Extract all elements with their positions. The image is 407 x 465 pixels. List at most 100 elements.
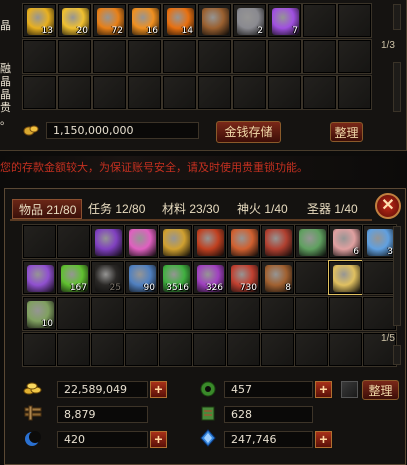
empty-inventory-slot[interactable]: [22, 39, 57, 74]
empty-inventory-slot[interactable]: [22, 75, 57, 110]
empty-inventory-slot[interactable]: [362, 296, 397, 331]
empty-inventory-slot[interactable]: [162, 39, 197, 74]
inventory-slot[interactable]: 3516: [158, 260, 193, 295]
empty-inventory-slot[interactable]: [267, 75, 302, 110]
moon-add-button[interactable]: +: [150, 431, 167, 448]
empty-inventory-slot[interactable]: [158, 296, 193, 331]
empty-inventory-slot[interactable]: [22, 332, 57, 367]
empty-inventory-slot[interactable]: [302, 3, 337, 38]
empty-inventory-slot[interactable]: [337, 75, 372, 110]
tab-underline: [10, 219, 372, 221]
empty-inventory-slot[interactable]: [260, 332, 295, 367]
empty-inventory-slot[interactable]: [294, 296, 329, 331]
bag-sort-button[interactable]: 整理: [362, 380, 399, 400]
inventory-slot[interactable]: [90, 224, 125, 259]
tab-count: 21/80: [46, 203, 77, 217]
empty-inventory-slot[interactable]: [362, 260, 397, 295]
empty-inventory-slot[interactable]: [328, 332, 363, 367]
empty-inventory-slot[interactable]: [127, 75, 162, 110]
warehouse-sort-button[interactable]: 整理: [330, 122, 363, 142]
inventory-slot[interactable]: [158, 224, 193, 259]
crystal-add-button[interactable]: +: [315, 431, 332, 448]
empty-inventory-slot[interactable]: [226, 296, 261, 331]
jade-add-button[interactable]: +: [315, 381, 332, 398]
inventory-slot[interactable]: 7: [267, 3, 302, 38]
inventory-slot[interactable]: 2: [232, 3, 267, 38]
inventory-slot[interactable]: 3: [362, 224, 397, 259]
tab-label: 任务: [88, 202, 113, 216]
inventory-slot[interactable]: [192, 224, 227, 259]
inventory-slot[interactable]: 90: [124, 260, 159, 295]
inventory-slot[interactable]: 8: [260, 260, 295, 295]
empty-inventory-slot[interactable]: [267, 39, 302, 74]
bag-scrollbar[interactable]: [393, 226, 401, 326]
inventory-slot[interactable]: 730: [226, 260, 261, 295]
fire-scroll-icon: [231, 229, 258, 256]
item-quantity: 10: [41, 319, 53, 329]
empty-inventory-slot[interactable]: [92, 75, 127, 110]
item-quantity: 3516: [166, 283, 189, 293]
empty-inventory-slot[interactable]: [302, 39, 337, 74]
inventory-slot[interactable]: 25: [90, 260, 125, 295]
tab-materials[interactable]: 材料 23/30: [162, 199, 230, 219]
tab-quest[interactable]: 任务 12/80: [88, 199, 158, 219]
inventory-slot[interactable]: [260, 224, 295, 259]
inventory-slot[interactable]: [226, 224, 261, 259]
inventory-slot[interactable]: [294, 224, 329, 259]
empty-inventory-slot[interactable]: [90, 332, 125, 367]
empty-inventory-slot[interactable]: [56, 332, 91, 367]
tab-items[interactable]: 物品 21/80: [12, 199, 82, 219]
empty-inventory-slot[interactable]: [158, 332, 193, 367]
empty-inventory-slot[interactable]: [294, 260, 329, 295]
inventory-slot[interactable]: 14: [162, 3, 197, 38]
gold-pile-icon: [23, 380, 42, 396]
inventory-slot[interactable]: 10: [22, 296, 57, 331]
inventory-slot[interactable]: 20: [57, 3, 92, 38]
empty-inventory-slot[interactable]: [302, 75, 337, 110]
bag-scrollbar-bottom[interactable]: [393, 345, 401, 365]
gold-add-button[interactable]: +: [150, 381, 167, 398]
empty-inventory-slot[interactable]: [90, 296, 125, 331]
empty-inventory-slot[interactable]: [232, 75, 267, 110]
empty-inventory-slot[interactable]: [192, 296, 227, 331]
inventory-slot[interactable]: 6: [328, 224, 363, 259]
tab-divine-fire[interactable]: 神火 1/40: [237, 199, 297, 219]
inventory-slot[interactable]: [197, 3, 232, 38]
empty-inventory-slot[interactable]: [226, 332, 261, 367]
empty-inventory-slot[interactable]: [294, 332, 329, 367]
inventory-slot[interactable]: [22, 260, 57, 295]
empty-inventory-slot[interactable]: [328, 296, 363, 331]
inventory-slot[interactable]: 13: [22, 3, 57, 38]
empty-inventory-slot[interactable]: [337, 39, 372, 74]
empty-inventory-slot[interactable]: [260, 296, 295, 331]
empty-inventory-slot[interactable]: [57, 39, 92, 74]
empty-inventory-slot[interactable]: [232, 39, 267, 74]
empty-inventory-slot[interactable]: [127, 39, 162, 74]
empty-inventory-slot[interactable]: [197, 39, 232, 74]
money-store-button[interactable]: 金钱存储: [216, 121, 281, 143]
empty-inventory-slot[interactable]: [57, 75, 92, 110]
empty-inventory-slot[interactable]: [192, 332, 227, 367]
inventory-slot[interactable]: [124, 224, 159, 259]
tab-artifact[interactable]: 圣器 1/40: [307, 199, 369, 219]
warehouse-scrollbar-bottom[interactable]: [393, 62, 401, 112]
empty-inventory-slot[interactable]: [56, 224, 91, 259]
inventory-slot[interactable]: 72: [92, 3, 127, 38]
empty-inventory-slot[interactable]: [124, 296, 159, 331]
warehouse-scrollbar[interactable]: [393, 4, 401, 30]
red-rune-icon: [197, 229, 224, 256]
empty-inventory-slot[interactable]: [124, 332, 159, 367]
inventory-slot[interactable]: [328, 260, 363, 295]
empty-inventory-slot[interactable]: [22, 224, 57, 259]
inventory-slot[interactable]: 326: [192, 260, 227, 295]
inventory-slot[interactable]: 16: [127, 3, 162, 38]
empty-inventory-slot[interactable]: [337, 3, 372, 38]
empty-inventory-slot[interactable]: [56, 296, 91, 331]
close-icon[interactable]: ✕: [375, 193, 401, 219]
empty-inventory-slot[interactable]: [197, 75, 232, 110]
side-char: 晶: [0, 20, 11, 32]
item-quantity: 167: [69, 283, 87, 293]
empty-inventory-slot[interactable]: [92, 39, 127, 74]
inventory-slot[interactable]: 167: [56, 260, 91, 295]
empty-inventory-slot[interactable]: [162, 75, 197, 110]
